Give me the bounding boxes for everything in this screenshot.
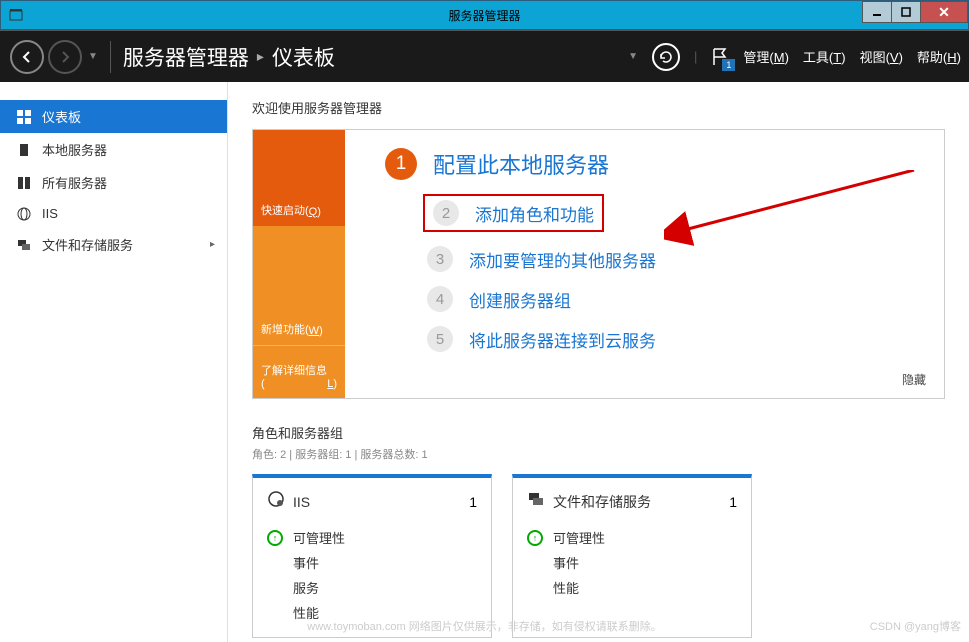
tile-title: 文件和存储服务 [553, 492, 651, 512]
step-text: 将此服务器连接到云服务 [469, 327, 656, 352]
step-number: 2 [433, 200, 459, 226]
tile-file-storage[interactable]: 文件和存储服务 1 ↑可管理性 事件 性能 [512, 474, 752, 638]
breadcrumb: 服务器管理器 ▸ 仪表板 [123, 42, 335, 72]
step-5[interactable]: 5 将此服务器连接到云服务 [427, 326, 904, 352]
top-nav: ▼ 服务器管理器 ▸ 仪表板 ▼ | 1 管理(M) 工具(T) 视图(V) 帮… [0, 30, 969, 82]
back-button[interactable] [10, 40, 44, 74]
step-text: 创建服务器组 [469, 287, 571, 312]
welcome-box: 快速启动(Q) 新增功能(W) 了解详细信息(L) 1 配置此本地服务器 2 添… [252, 129, 945, 399]
step-2-highlighted[interactable]: 2 添加角色和功能 [423, 194, 604, 232]
step-number: 5 [427, 326, 453, 352]
step-number: 4 [427, 286, 453, 312]
status-up-icon: ↑ [527, 530, 543, 546]
sidebar-item-all-servers[interactable]: 所有服务器 [0, 166, 227, 199]
tile-row-manageability[interactable]: ↑可管理性 [527, 525, 737, 550]
welcome-heading: 欢迎使用服务器管理器 [252, 98, 945, 117]
step-number: 3 [427, 246, 453, 272]
storage-icon [16, 238, 32, 252]
breadcrumb-root[interactable]: 服务器管理器 [123, 42, 249, 72]
tile-iis[interactable]: IIS 1 ↑可管理性 事件 服务 性能 [252, 474, 492, 638]
roles-subtitle: 角色: 2 | 服务器组: 1 | 服务器总数: 1 [252, 446, 945, 462]
iis-icon [16, 207, 32, 221]
whats-new-tab[interactable]: 新增功能(W) [253, 226, 345, 346]
step-text: 添加角色和功能 [475, 201, 594, 226]
refresh-button[interactable] [652, 43, 680, 71]
csdn-watermark: CSDN @yang博客 [870, 618, 961, 634]
sidebar-item-local-server[interactable]: 本地服务器 [0, 133, 227, 166]
sidebar-item-label: 文件和存储服务 [42, 235, 133, 254]
content-area: 欢迎使用服务器管理器 快速启动(Q) 新增功能(W) 了解详细信息(L) 1 配… [228, 82, 969, 642]
chevron-right-icon: ▸ [257, 48, 264, 65]
status-up-icon: ↑ [267, 530, 283, 546]
tile-row-events[interactable]: 事件 [527, 550, 737, 575]
dashboard-icon [16, 110, 32, 124]
step-number: 1 [385, 148, 417, 180]
notification-count: 1 [722, 59, 735, 71]
forward-button[interactable] [48, 40, 82, 74]
sidebar-item-file-storage[interactable]: 文件和存储服务 ▸ [0, 228, 227, 261]
tile-row-events[interactable]: 事件 [267, 550, 477, 575]
sidebar-item-label: 本地服务器 [42, 140, 107, 159]
tile-title: IIS [293, 494, 310, 510]
step-1[interactable]: 1 配置此本地服务器 [385, 148, 904, 180]
step-text: 配置此本地服务器 [433, 148, 609, 180]
maximize-button[interactable] [891, 1, 921, 23]
sidebar-item-dashboard[interactable]: 仪表板 [0, 100, 227, 133]
roles-heading: 角色和服务器组 [252, 423, 945, 442]
tile-row-performance[interactable]: 性能 [527, 575, 737, 600]
server-icon [16, 143, 32, 157]
welcome-side-tabs: 快速启动(Q) 新增功能(W) 了解详细信息(L) [253, 130, 345, 398]
help-menu[interactable]: 帮助(H) [917, 47, 961, 66]
sidebar-item-iis[interactable]: IIS [0, 199, 227, 228]
titlebar: 服务器管理器 ✕ [0, 0, 969, 30]
sidebar-item-label: 所有服务器 [42, 173, 107, 192]
learn-more-tab[interactable]: 了解详细信息(L) [253, 345, 345, 398]
close-button[interactable]: ✕ [920, 1, 968, 23]
tile-row-services[interactable]: 服务 [267, 575, 477, 600]
welcome-steps: 1 配置此本地服务器 2 添加角色和功能 3 添加要管理的其他服务器 4 创建服… [345, 130, 944, 398]
watermark-text: www.toymoban.com 网络图片仅供展示，非存储，如有侵权请联系删除。 [307, 618, 661, 634]
app-icon [1, 8, 31, 22]
storage-icon [527, 490, 545, 513]
quick-start-tab[interactable]: 快速启动(Q) [253, 130, 345, 226]
tile-count: 1 [469, 494, 477, 510]
breadcrumb-current[interactable]: 仪表板 [272, 42, 335, 72]
sidebar-item-label: 仪表板 [42, 107, 81, 126]
tile-row-manageability[interactable]: ↑可管理性 [267, 525, 477, 550]
history-dropdown-icon[interactable]: ▼ [88, 51, 98, 62]
manage-menu[interactable]: 管理(M) [743, 47, 789, 66]
window-controls: ✕ [863, 1, 968, 29]
step-text: 添加要管理的其他服务器 [469, 247, 656, 272]
step-3[interactable]: 3 添加要管理的其他服务器 [427, 246, 904, 272]
sidebar: 仪表板 本地服务器 所有服务器 IIS 文件和存储服务 ▸ [0, 82, 228, 642]
divider [110, 41, 111, 73]
tools-menu[interactable]: 工具(T) [803, 47, 846, 66]
chevron-right-icon: ▸ [210, 239, 215, 250]
hide-link[interactable]: 隐藏 [902, 371, 926, 388]
tile-count: 1 [729, 494, 737, 510]
minimize-button[interactable] [862, 1, 892, 23]
window-title: 服务器管理器 [448, 7, 520, 24]
sidebar-item-label: IIS [42, 206, 58, 221]
servers-icon [16, 176, 32, 190]
step-4[interactable]: 4 创建服务器组 [427, 286, 904, 312]
view-menu[interactable]: 视图(V) [860, 47, 903, 66]
role-tiles: IIS 1 ↑可管理性 事件 服务 性能 文件和存储服务 1 ↑可管理性 事件 … [252, 474, 945, 638]
annotation-arrow [664, 170, 924, 250]
iis-icon [267, 490, 285, 513]
notifications-button[interactable]: 1 [711, 47, 729, 67]
breadcrumb-dropdown-icon[interactable]: ▼ [628, 51, 638, 62]
